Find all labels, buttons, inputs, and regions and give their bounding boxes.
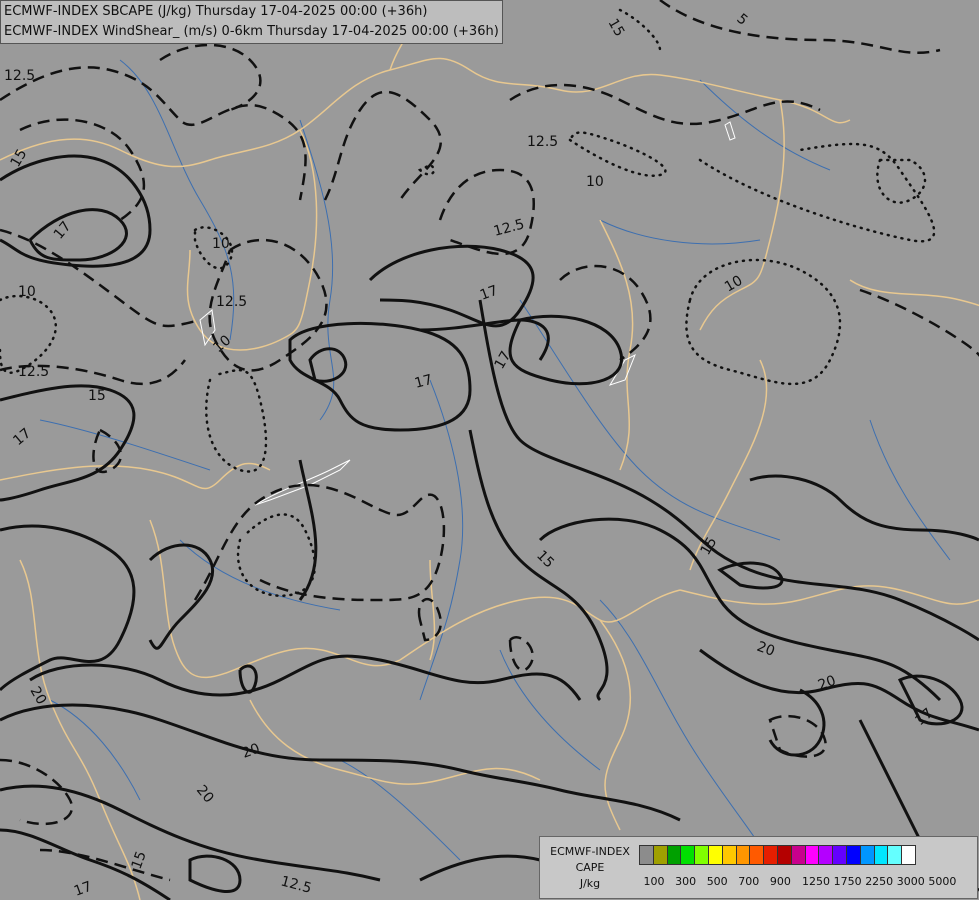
legend-tick-label: 5000 — [928, 875, 957, 888]
legend-swatch — [666, 845, 682, 865]
map-title-box: ECMWF-INDEX SBCAPE (J/kg) Thursday 17-04… — [0, 0, 503, 44]
legend-swatches — [639, 845, 916, 865]
legend-swatch — [859, 845, 875, 865]
contour-label: 15 — [88, 388, 106, 404]
contour-label: 12.5 — [4, 68, 35, 84]
legend-swatch — [652, 845, 668, 865]
contour-label: 10 — [586, 174, 604, 190]
windshear-title: ECMWF-INDEX WindShear_ (m/s) 0-6km Thurs… — [4, 24, 499, 39]
legend-swatch — [887, 845, 903, 865]
legend-swatch — [776, 845, 792, 865]
legend-swatch — [694, 845, 709, 865]
legend-swatch — [763, 845, 778, 865]
legend-title-1: ECMWF-INDEX — [550, 845, 630, 858]
legend-swatch — [735, 845, 751, 865]
legend-unit: J/kg — [579, 877, 601, 890]
legend-tick-label: 300 — [675, 875, 697, 888]
cape-legend: ECMWF-INDEX CAPE J/kg 100 300 500 700 900 125… — [539, 836, 978, 899]
legend-tick-label: 1250 — [802, 875, 830, 888]
legend-swatch — [639, 845, 654, 865]
contour-label: 10 — [212, 236, 230, 252]
cape-title: ECMWF-INDEX SBCAPE (J/kg) Thursday 17-04… — [4, 4, 428, 19]
legend-swatch — [804, 845, 820, 865]
legend-swatch — [873, 845, 889, 865]
legend-tick-label: 3000 — [896, 875, 925, 888]
legend-tick-label: 900 — [769, 875, 791, 888]
legend-swatch — [790, 845, 806, 865]
legend-swatch — [901, 845, 916, 865]
legend-tick-label: 100 — [643, 875, 665, 888]
weather-map: 12.5 15 17 10 12.5 10 12.5 15 17 12.5 17… — [0, 0, 979, 900]
legend-swatch — [680, 845, 696, 865]
legend-swatch — [721, 845, 737, 865]
legend-swatch — [749, 845, 765, 865]
legend-swatch — [845, 845, 861, 865]
legend-tick-label: 700 — [738, 875, 760, 888]
contour-label: 12.5 — [216, 294, 247, 310]
legend-swatch — [707, 845, 723, 865]
legend-tick-label: 2250 — [865, 875, 894, 888]
contour-label: 12.5 — [527, 134, 558, 150]
legend-tick-label: 500 — [706, 875, 728, 888]
legend-swatch — [832, 845, 847, 865]
legend-tick-label: 1750 — [833, 875, 862, 888]
contour-label: 12.5 — [18, 364, 49, 380]
legend-title-2: CAPE — [575, 861, 605, 874]
contour-label: 10 — [18, 284, 36, 300]
legend-swatch — [818, 845, 834, 865]
legend-ticks: 100 300 500 700 900 1250 1750 2250 3000 5000 — [640, 875, 970, 889]
